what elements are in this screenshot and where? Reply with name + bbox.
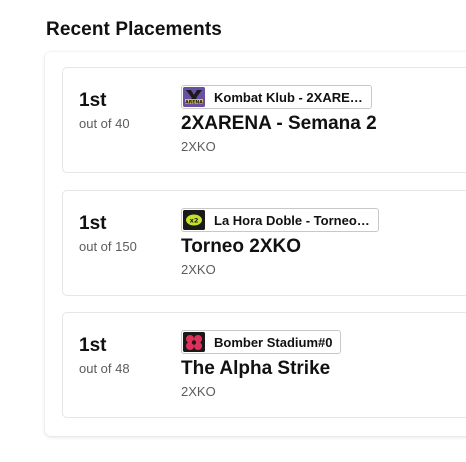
placement-rank: 1st xyxy=(79,90,107,111)
event-title[interactable]: The Alpha Strike xyxy=(181,358,330,380)
la-hora-doble-logo-icon: x2 xyxy=(183,210,205,230)
kombat-klub-logo-icon: ARENA xyxy=(183,87,205,107)
game-name: 2XKO xyxy=(181,262,216,277)
entrant-count: out of 48 xyxy=(79,361,130,376)
game-name: 2XKO xyxy=(181,384,216,399)
event-title[interactable]: 2XARENA - Semana 2 xyxy=(181,113,377,135)
placement-card[interactable]: 1st out of 48 Bomber Stadium#0 The Alpha… xyxy=(62,312,466,418)
host-badge[interactable]: Bomber Stadium#0 xyxy=(181,330,342,354)
host-name: Kombat Klub - 2XARE… xyxy=(214,89,363,105)
host-badge[interactable]: x2 La Hora Doble - Torneo… xyxy=(181,208,379,232)
svg-text:x2: x2 xyxy=(190,217,199,225)
game-name: 2XKO xyxy=(181,139,216,154)
placement-rank: 1st xyxy=(79,335,107,356)
bomber-stadium-logo-icon xyxy=(183,332,205,352)
host-name: Bomber Stadium#0 xyxy=(214,334,333,350)
host-name: La Hora Doble - Torneo… xyxy=(214,212,370,228)
placement-card[interactable]: 1st out of 40 ARENA Kombat Klub - 2XARE…… xyxy=(62,67,466,173)
placement-card[interactable]: 1st out of 150 x2 La Hora Doble - Torneo… xyxy=(62,190,466,296)
section-title: Recent Placements xyxy=(46,19,222,40)
placement-rank: 1st xyxy=(79,213,107,234)
host-badge[interactable]: ARENA Kombat Klub - 2XARE… xyxy=(181,85,372,109)
event-title[interactable]: Torneo 2XKO xyxy=(181,236,301,258)
svg-text:ARENA: ARENA xyxy=(185,99,203,105)
entrant-count: out of 150 xyxy=(79,239,137,254)
entrant-count: out of 40 xyxy=(79,116,130,131)
